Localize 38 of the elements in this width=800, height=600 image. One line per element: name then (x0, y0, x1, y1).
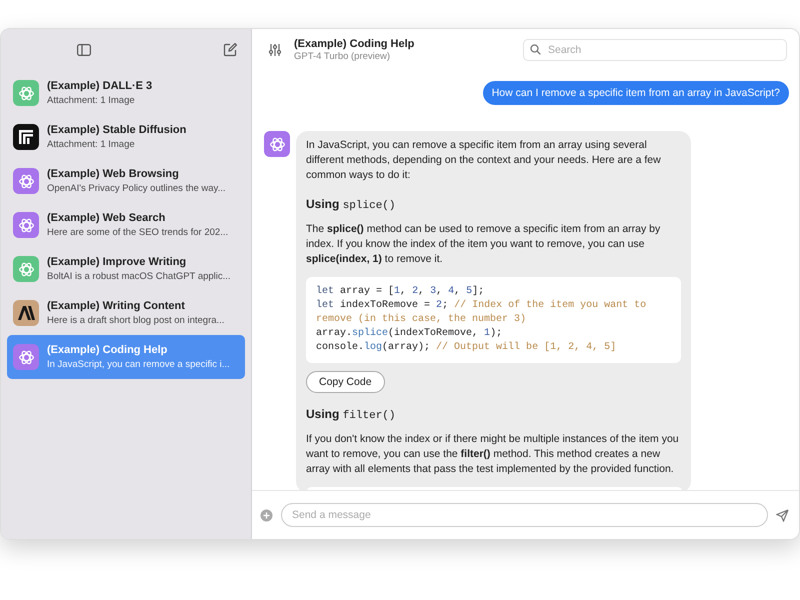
conversation-item[interactable]: (Example) Stable Diffusion Attachment: 1 Image (7, 115, 245, 159)
message-paragraph: If you don't know the index or if there might be multiple instances of the item you want to remove, you can use the filter() method. This method creates a new array with all elements that pass the test implemented by the provided function. (306, 432, 680, 477)
conversation-title: (Example) Coding Help (47, 344, 168, 356)
conversation-preview: OpenAI's Privacy Policy outlines the way... (47, 183, 226, 194)
code-block: let array = [1, 2, 3, 4, 5]; let indexToRemove = 2; // Index of the item you want to remove (in this case, the number 3) array.splice(indexToRemove, 1); console.log(array); // Output will be [1, 2, 4, 5] (306, 277, 681, 363)
send-icon[interactable] (776, 508, 789, 522)
conversation-item[interactable]: (Example) DALL·E 3 Attachment: 1 Image (7, 71, 245, 115)
sliders-icon[interactable] (268, 43, 282, 57)
conversation-item[interactable]: (Example) Improve Writing BoltAI is a robust macOS ChatGPT applic... (7, 247, 245, 291)
conversation-title: (Example) Web Search (47, 212, 166, 224)
search-icon (530, 44, 541, 55)
section-heading: Using filter() (306, 407, 396, 422)
conversation-preview: Attachment: 1 Image (47, 139, 136, 150)
conversation-preview: Here are some of the SEO trends for 202... (47, 227, 228, 238)
message-paragraph: In JavaScript, you can remove a specific item from an array using several different methods, depending on the context and your needs. Here are a few common ways to do it: (306, 138, 662, 183)
model-name: GPT-4 Turbo (preview) (294, 51, 392, 62)
conversation-item[interactable]: (Example) Web Browsing OpenAI's Privacy Policy outlines the way... (7, 159, 245, 203)
conversation-preview: BoltAI is a robust macOS ChatGPT applic... (47, 271, 231, 282)
compose-icon[interactable] (223, 43, 237, 57)
message-paragraph: The splice() method can be used to remove a specific item from an array by index. If you know the index of the item you want to remove, you can use splice(index, 1) to remove it. (306, 222, 662, 267)
conversation-item[interactable]: (Example) Writing Content Here is a draft short blog post on integra... (7, 291, 245, 335)
message-input[interactable]: Send a message (281, 503, 768, 527)
conversation-preview: In JavaScript, you can remove a specific i... (47, 359, 230, 370)
copy-code-button[interactable]: Copy Code (306, 371, 385, 393)
conversation-title: (Example) Web Browsing (47, 168, 180, 180)
user-message: How can I remove a specific item from an array in JavaScript? (482, 81, 789, 105)
sidebar-toggle-icon[interactable] (77, 44, 91, 56)
conversation-preview: Attachment: 1 Image (47, 95, 136, 106)
section-heading: Using splice() (306, 197, 396, 212)
conversation-preview: Here is a draft short blog post on integra... (47, 315, 224, 326)
conversation-title: (Example) Stable Diffusion (47, 124, 186, 136)
conversation-title: (Example) Writing Content (47, 300, 186, 312)
conversation-title: (Example) Improve Writing (47, 256, 188, 268)
avatar-icon (264, 131, 290, 157)
conversation-item[interactable]: (Example) Web Search Here are some of the SEO trends for 202... (7, 203, 245, 247)
search-field[interactable]: Search (523, 39, 787, 61)
conversation-title: (Example) DALL·E 3 (47, 80, 152, 92)
chat-title: (Example) Coding Help (294, 38, 416, 50)
